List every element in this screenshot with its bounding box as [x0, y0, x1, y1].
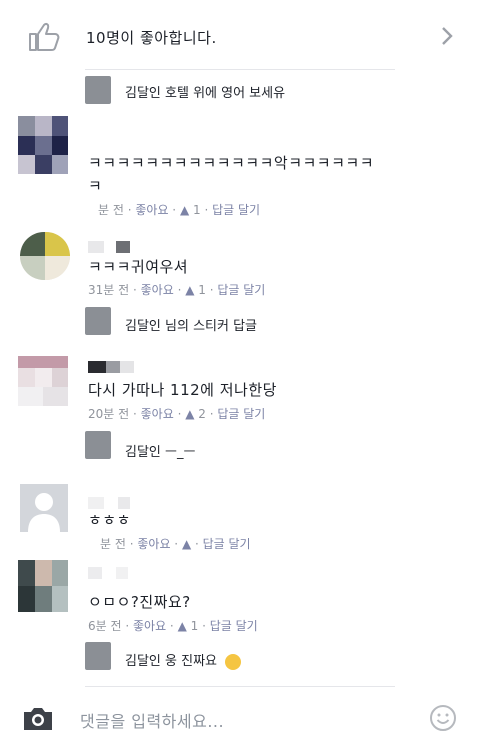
comment-text: ㅋㅋㅋㅋㅋㅋㅋㅋㅋㅋㅋㅋㅋ악ㅋㅋㅋㅋㅋㅋ	[88, 154, 375, 172]
commenter-avatar[interactable]	[18, 356, 68, 406]
thumbs-up-icon: ▲	[177, 619, 187, 633]
reply-avatar[interactable]	[85, 431, 111, 459]
default-avatar[interactable]	[20, 484, 68, 532]
likes-count-text: 10명이 좋아합니다.	[86, 29, 217, 47]
reply-text[interactable]: 김달인 ㅡ_ㅡ	[125, 441, 195, 460]
reply-avatar[interactable]	[85, 642, 111, 670]
like-link[interactable]: 좋아요	[135, 203, 168, 217]
time-label: 20분 전	[88, 407, 130, 421]
chevron-right-icon[interactable]	[440, 26, 454, 46]
commenter-name	[88, 358, 134, 377]
reply-avatar[interactable]	[85, 76, 111, 104]
like-link[interactable]: 좋아요	[137, 537, 170, 551]
commenter-name	[88, 564, 128, 583]
person-silhouette-icon	[28, 493, 60, 532]
reply-text[interactable]: 김달인 웅 진짜요	[125, 650, 242, 670]
comment-text: ㅋㅋㅋ귀여우셔	[88, 258, 189, 276]
reply-link[interactable]: 답글 달기	[210, 619, 258, 633]
thumbs-up-icon: ▲	[185, 283, 195, 297]
commenter-avatar[interactable]	[20, 232, 70, 280]
comment-meta: 6분 전 · 좋아요 · ▲ 1 · 답글 달기	[88, 619, 258, 633]
comment-meta: 31분 전 · 좋아요 · ▲ 1 · 답글 달기	[88, 283, 266, 297]
reply-link[interactable]: 답글 달기	[203, 537, 251, 551]
thumbs-up-icon: ▲	[185, 407, 195, 421]
like-count: 2	[198, 407, 206, 421]
reply-text[interactable]: 김달인 님의 스티커 답글	[125, 315, 257, 334]
camera-icon[interactable]	[22, 705, 54, 733]
comment-meta: 20분 전 · 좋아요 · ▲ 2 · 답글 달기	[88, 407, 266, 421]
time-label: 분 전	[98, 203, 124, 217]
like-link[interactable]: 좋아요	[133, 619, 166, 633]
comment-text-line2: ㅋ	[88, 177, 103, 195]
comment-meta: 분 전 · 좋아요 · ▲ 1 · 답글 달기	[98, 203, 261, 217]
like-count: 1	[193, 203, 201, 217]
commenter-name	[88, 238, 130, 257]
time-label: 31분 전	[88, 283, 130, 297]
reply-text[interactable]: 김달인 호텔 위에 영어 보세유	[125, 82, 285, 101]
like-link[interactable]: 좋아요	[141, 283, 174, 297]
reply-link[interactable]: 답글 달기	[217, 283, 265, 297]
like-summary-row[interactable]: 10명이 좋아합니다.	[0, 0, 480, 70]
thumbs-up-icon: ▲	[181, 537, 192, 551]
thumbs-up-icon	[29, 23, 60, 51]
reply-text-content: 김달인 웅 진짜요	[125, 654, 217, 669]
comment-meta: 분 전 · 좋아요 · ▲ · 답글 달기	[100, 537, 251, 551]
commenter-avatar[interactable]	[18, 116, 68, 174]
like-link[interactable]: 좋아요	[141, 407, 174, 421]
divider	[85, 69, 395, 70]
commenter-avatar[interactable]	[18, 560, 68, 612]
comment-composer: 댓글을 입력하세요...	[0, 687, 480, 755]
comment-text: 다시 가따나 112에 저나한당	[88, 381, 277, 399]
reply-link[interactable]: 답글 달기	[217, 407, 265, 421]
time-label: 6분 전	[88, 619, 122, 633]
thumbs-up-icon: ▲	[179, 203, 190, 217]
reply-avatar[interactable]	[85, 307, 111, 335]
time-label: 분 전	[100, 537, 126, 551]
like-count: 1	[190, 619, 199, 633]
like-count: 1	[198, 283, 206, 297]
comment-text: ㅎㅎㅎ	[88, 511, 131, 529]
reply-link[interactable]: 답글 달기	[212, 203, 260, 217]
comment-input[interactable]: 댓글을 입력하세요...	[80, 708, 224, 732]
comment-text: ㅇㅁㅇ?진짜요?	[88, 593, 191, 611]
smiley-icon[interactable]	[429, 704, 457, 732]
laughing-emoji-icon	[225, 653, 242, 670]
